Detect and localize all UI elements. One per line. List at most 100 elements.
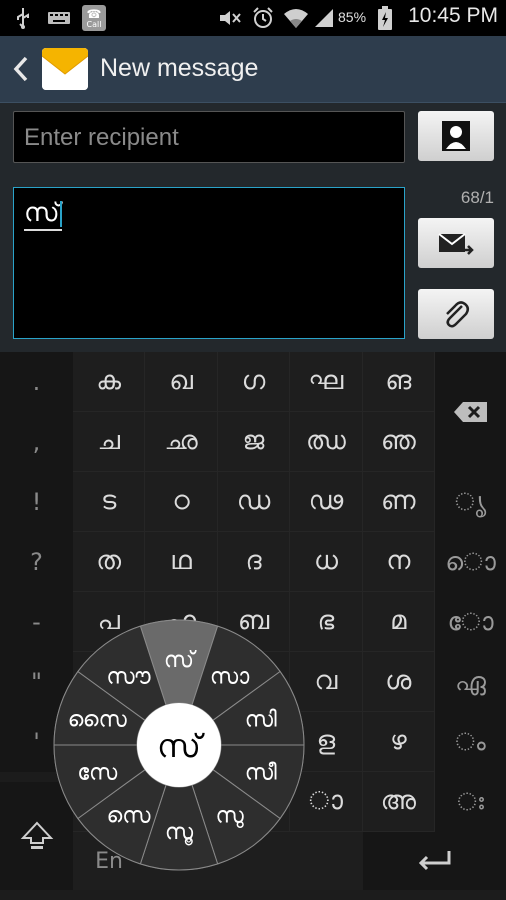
attach-button[interactable] xyxy=(418,289,494,339)
key-label: ന xyxy=(386,546,411,576)
key-label: ഖ xyxy=(169,366,193,396)
key-label: ഛ xyxy=(164,426,198,456)
key-consonant[interactable]: ങ xyxy=(362,352,435,412)
radial-center-label: സ് xyxy=(157,727,205,765)
key-label: . xyxy=(32,368,41,396)
key-vowel-sign-2[interactable]: ൊ xyxy=(435,532,506,592)
key-label: ത xyxy=(96,546,122,576)
enter-icon xyxy=(418,851,450,871)
message-text: സ് xyxy=(24,198,62,231)
paperclip-icon xyxy=(446,301,469,328)
alarm-icon xyxy=(250,6,276,30)
page-title: New message xyxy=(100,54,259,82)
key-vowel-4[interactable]: ഏ xyxy=(435,652,506,712)
recipient-area: Enter recipient xyxy=(0,103,506,175)
enter-key[interactable] xyxy=(363,832,506,890)
key-consonant[interactable]: ഞ xyxy=(362,412,435,472)
key-label: ങ xyxy=(385,366,412,396)
key-label: അ xyxy=(380,786,416,816)
key-consonant[interactable]: ജ xyxy=(217,412,291,472)
radial-segment-label: സ് xyxy=(164,648,197,673)
recipient-placeholder: Enter recipient xyxy=(24,124,179,151)
key-consonant[interactable]: ഡ xyxy=(217,472,291,532)
key-consonant[interactable]: ന xyxy=(362,532,435,592)
key-consonant[interactable]: ഝ xyxy=(290,412,363,472)
key-label: ? xyxy=(30,548,43,576)
key-consonant[interactable]: ഗ xyxy=(217,352,291,412)
key-consonant[interactable]: ക xyxy=(73,352,146,412)
key-label: ഭ xyxy=(317,606,335,636)
key-comma[interactable]: , xyxy=(0,412,73,472)
key-label: ജ xyxy=(242,426,265,456)
key-consonant[interactable]: ഴ xyxy=(362,712,435,772)
key-label: ട xyxy=(101,486,117,516)
send-button[interactable] xyxy=(418,218,494,268)
key-label: ഥ xyxy=(170,546,192,576)
add-contact-button[interactable] xyxy=(418,111,494,161)
radial-char-picker[interactable]: സ് സാ സി സീസു സൂ സെ സേ സൈ സൗ സ് xyxy=(52,618,306,872)
key-consonant[interactable]: ഖ xyxy=(145,352,218,412)
key-label: ൃ xyxy=(454,487,487,516)
backspace-key[interactable] xyxy=(435,352,506,472)
key-consonant[interactable]: ധ xyxy=(290,532,363,592)
key-exclamation[interactable]: ! xyxy=(0,472,73,532)
radial-segment-label: സെ xyxy=(106,804,151,829)
key-consonant[interactable]: ത xyxy=(73,532,146,592)
radial-segment-label: സാ xyxy=(210,664,250,689)
message-text-value: സ് xyxy=(24,198,60,228)
key-consonant[interactable]: ശ xyxy=(362,652,435,712)
back-button[interactable] xyxy=(10,54,34,84)
radial-segment-label: സു xyxy=(215,804,244,829)
status-bar: ☎ Call 85% 10:45 PM xyxy=(0,0,506,36)
key-label: ഏ xyxy=(455,667,486,696)
radial-segment-label: സീ xyxy=(245,761,277,786)
key-label: ൊ xyxy=(445,547,496,576)
key-consonant[interactable]: ഛ xyxy=(145,412,218,472)
key-label: ഡ xyxy=(236,486,271,516)
key-anusvara[interactable]: ം xyxy=(435,712,506,772)
radial-segment-label: സൈ xyxy=(68,707,128,732)
recipient-input[interactable]: Enter recipient xyxy=(13,111,405,163)
key-consonant[interactable]: ഠ xyxy=(145,472,218,532)
key-label: ഃ xyxy=(457,787,484,816)
key-consonant[interactable]: ദ xyxy=(217,532,291,592)
key-vowel-sign-3[interactable]: ോ xyxy=(435,592,506,652)
key-consonant[interactable]: ച xyxy=(73,412,146,472)
key-consonant[interactable]: അ xyxy=(362,772,435,832)
key-label: ക xyxy=(96,366,122,396)
backspace-icon xyxy=(453,402,487,422)
message-input[interactable]: സ് xyxy=(13,187,405,339)
key-label: വ xyxy=(314,666,338,696)
action-bar: New message xyxy=(0,36,506,103)
radial-segment-label: സി xyxy=(245,707,277,732)
key-label: ഞ xyxy=(380,426,416,456)
key-consonant[interactable]: ഘ xyxy=(290,352,363,412)
message-area: സ് 68/1 xyxy=(0,175,506,352)
clock: 10:45 PM xyxy=(408,4,498,27)
key-question[interactable]: ? xyxy=(0,532,73,592)
key-label: ശ xyxy=(385,666,412,696)
character-counter: 68/1 xyxy=(460,188,494,207)
key-consonant[interactable]: ണ xyxy=(362,472,435,532)
key-visarga[interactable]: ഃ xyxy=(435,772,506,832)
key-consonant[interactable]: മ xyxy=(362,592,435,652)
key-label: ' xyxy=(33,728,40,756)
battery-icon xyxy=(376,6,394,30)
key-label: ഝ xyxy=(305,426,346,456)
radial-segment-label: സൂ xyxy=(165,820,194,846)
contact-icon xyxy=(442,121,470,151)
key-label: ള xyxy=(316,726,336,756)
key-label: ണ xyxy=(381,486,416,516)
chevron-left-icon xyxy=(13,56,28,82)
key-vowel-sign-1[interactable]: ൃ xyxy=(435,472,506,532)
signal-icon xyxy=(312,6,336,30)
key-label: ഘ xyxy=(308,366,344,396)
keyboard: . , ! ? - " ' കഖഗഘങചഛജഝഞടഠഡഢണതഥദധനപഫബഭമയ… xyxy=(0,352,506,900)
key-label: - xyxy=(32,608,41,636)
key-label: , xyxy=(32,428,41,456)
key-consonant[interactable]: ട xyxy=(73,472,146,532)
key-label: ഴ xyxy=(389,726,407,756)
key-consonant[interactable]: ഢ xyxy=(290,472,363,532)
key-period[interactable]: . xyxy=(0,352,73,412)
key-consonant[interactable]: ഥ xyxy=(145,532,218,592)
